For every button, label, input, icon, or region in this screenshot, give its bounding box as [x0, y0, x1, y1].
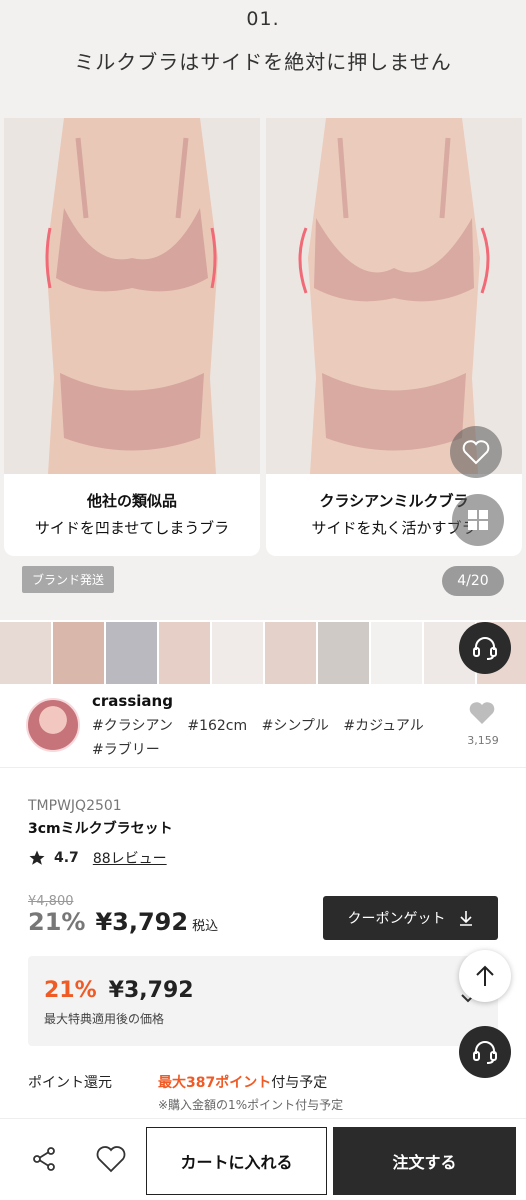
points-highlight: 最大387ポイント	[158, 1075, 272, 1091]
seller-like-count: 3,159	[467, 734, 499, 747]
rating-row: 4.7 88レビュー	[28, 848, 167, 868]
rating-score: 4.7	[54, 850, 79, 866]
heart-icon	[462, 440, 490, 465]
thumbnail[interactable]	[212, 622, 263, 684]
points-note: ※購入金額の1%ポイント付与予定	[158, 1098, 344, 1112]
download-icon	[459, 911, 472, 926]
seller-tag[interactable]: #シンプル	[262, 714, 329, 738]
bottom-action-bar: カートに入れる 注文する	[0, 1118, 526, 1200]
slide-number: 01.	[246, 8, 280, 30]
seller-tag[interactable]: #カジュアル	[343, 714, 423, 738]
caption-other-desc: サイドを凹ませてしまうブラ	[34, 519, 230, 537]
thumbnail[interactable]	[53, 622, 104, 684]
thumbnail[interactable]	[0, 622, 51, 684]
slide-title: ミルクブラはサイドを絶対に押しません	[74, 50, 452, 74]
thumbnail[interactable]	[318, 622, 369, 684]
thumbnail[interactable]	[159, 622, 210, 684]
best-price-note: 最大特典適用後の価格	[44, 1012, 165, 1026]
scroll-to-top-button[interactable]	[459, 950, 511, 1002]
comparison-photo-other	[4, 118, 260, 474]
original-price: ¥4,800	[28, 894, 74, 909]
sale-price: ¥3,792	[95, 908, 189, 936]
best-price-row: 21% ¥3,792	[44, 978, 194, 1003]
price-row: 21% ¥3,792 税込	[28, 908, 218, 936]
grid-icon	[468, 510, 488, 530]
share-icon[interactable]	[30, 1145, 58, 1173]
image-counter: 4/20	[442, 566, 504, 596]
order-button[interactable]: 注文する	[333, 1127, 516, 1195]
star-icon	[29, 850, 45, 865]
brand-shipping-badge: ブランド発送	[22, 566, 115, 593]
points-value: 最大387ポイント付与予定	[158, 1072, 327, 1092]
seller-name[interactable]: crassiang	[92, 692, 173, 710]
seller-tags: #クラシアン #162cm #シンプル #カジュアル #ラブリー	[92, 714, 452, 762]
seller-tag[interactable]: #162cm	[187, 714, 247, 738]
thumbnail[interactable]	[106, 622, 157, 684]
points-label: ポイント還元	[28, 1075, 112, 1091]
heart-icon[interactable]	[96, 1145, 126, 1173]
gallery-grid-button[interactable]	[452, 494, 504, 546]
seller-tag[interactable]: #クラシアン	[92, 714, 173, 738]
thumbnail[interactable]	[265, 622, 316, 684]
product-code: TMPWJQ2501	[28, 798, 122, 814]
best-discount-rate: 21%	[44, 978, 97, 1003]
discount-rate: 21%	[28, 908, 86, 936]
product-image-carousel[interactable]: 01. ミルクブラはサイドを絶対に押しません 他社の類似品 サイドを凹ませてしま…	[0, 0, 526, 620]
tax-label: 税込	[192, 919, 219, 934]
caption-other-title: 他社の類似品	[86, 492, 177, 510]
points-suffix: 付与予定	[271, 1075, 328, 1091]
add-to-cart-button[interactable]: カートに入れる	[146, 1127, 327, 1195]
best-price: ¥3,792	[108, 978, 194, 1003]
thumbnail-strip[interactable]	[0, 622, 526, 684]
best-price-box[interactable]: 21% ¥3,792 最大特典適用後の価格	[28, 956, 498, 1046]
product-name: 3cmミルクブラセット	[28, 821, 173, 837]
headset-icon	[473, 637, 497, 660]
coupon-button-label: クーポンゲット	[347, 911, 446, 927]
chat-support-button[interactable]	[459, 1026, 511, 1078]
heart-filled-icon[interactable]	[468, 700, 496, 726]
wishlist-overlay-button[interactable]	[450, 426, 502, 478]
arrow-up-icon	[476, 965, 494, 986]
caption-other: 他社の類似品 サイドを凹ませてしまうブラ	[4, 474, 260, 556]
coupon-get-button[interactable]: クーポンゲット	[323, 896, 498, 940]
reviews-link[interactable]: 88レビュー	[93, 848, 167, 868]
thumbnail[interactable]	[371, 622, 422, 684]
comparison-photo-milkbra	[266, 118, 522, 474]
seller-avatar[interactable]	[26, 698, 80, 752]
seller-row[interactable]: crassiang #クラシアン #162cm #シンプル #カジュアル #ラブ…	[0, 684, 526, 768]
headset-icon	[473, 1041, 497, 1064]
chat-support-button-top[interactable]	[459, 622, 511, 674]
seller-tag[interactable]: #ラブリー	[92, 738, 160, 762]
